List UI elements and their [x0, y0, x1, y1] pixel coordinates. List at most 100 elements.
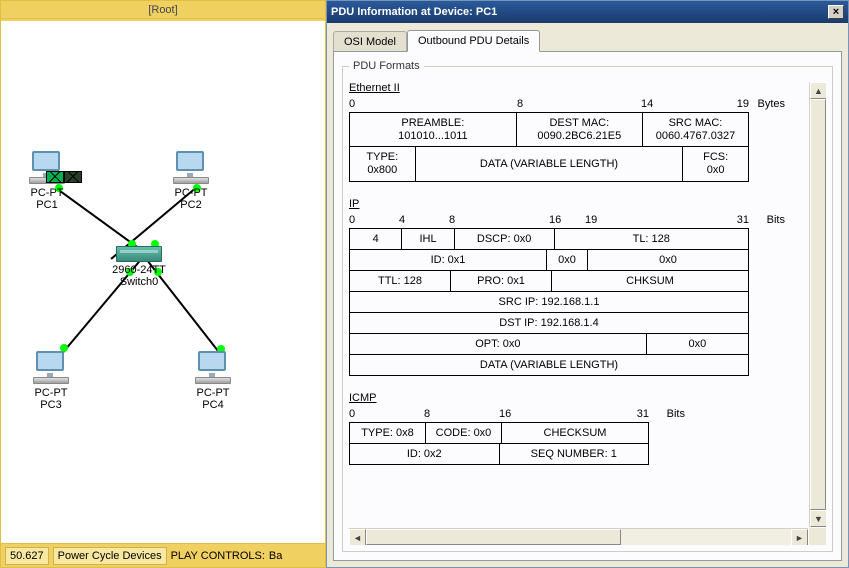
ruler-mark: 4	[399, 214, 405, 226]
device-type: 2960-24TT	[99, 264, 179, 276]
pc-icon	[195, 351, 231, 385]
ip-data: DATA (VARIABLE LENGTH)	[350, 355, 748, 375]
ip-dstip: DST IP: 192.168.1.4	[350, 313, 748, 333]
panel-title: PDU Information at Device: PC1	[331, 6, 497, 18]
device-type: PC-PT	[21, 387, 81, 399]
type-label: TYPE:	[352, 151, 413, 164]
pdu-envelope-icon[interactable]	[46, 171, 64, 183]
ethernet-title: Ethernet II	[349, 82, 808, 94]
tab-outbound-pdu[interactable]: Outbound PDU Details	[407, 30, 540, 52]
tabs: OSI Model Outbound PDU Details	[327, 23, 848, 51]
ruler-mark: 16	[499, 408, 511, 420]
icmp-seq: SEQ NUMBER: 1	[500, 444, 649, 464]
ruler-mark: 31	[737, 214, 749, 226]
device-type: PC-PT	[161, 187, 221, 199]
bits-label: Bits	[767, 214, 785, 226]
fcs-value: 0x0	[685, 164, 746, 177]
ip-padding: 0x0	[647, 334, 748, 354]
bits-label: Bits	[667, 408, 685, 420]
icmp-section: ICMP 0 8 16 31 Bits TYPE: 0x8 CODE: 0x0 …	[349, 392, 808, 465]
destmac-value: 0090.2BC6.21E5	[519, 130, 640, 143]
ip-tl: TL: 128	[555, 229, 749, 249]
device-pc3[interactable]: PC-PT PC3	[21, 351, 81, 411]
ruler-mark: 31	[637, 408, 649, 420]
ip-dscp: DSCP: 0x0	[455, 229, 555, 249]
bytes-label: Bytes	[757, 98, 785, 110]
pdu-formats-legend: PDU Formats	[349, 60, 424, 72]
ip-srcip: SRC IP: 192.168.1.1	[350, 292, 748, 312]
ip-title: IP	[349, 198, 808, 210]
eth-data: DATA (VARIABLE LENGTH)	[416, 147, 684, 181]
ethernet-frame: PREAMBLE: 101010...1011 DEST MAC: 0090.2…	[349, 112, 749, 182]
device-pc2[interactable]: PC-PT PC2	[161, 151, 221, 211]
bit-ruler: 0 8 16 31 Bits	[349, 408, 649, 422]
device-label: PC1	[17, 199, 77, 211]
power-cycle-button[interactable]: Power Cycle Devices	[53, 547, 167, 565]
pc-icon	[33, 351, 69, 385]
ruler-mark: 8	[449, 214, 455, 226]
scroll-right-icon[interactable]: ►	[791, 529, 808, 545]
tab-osi-model[interactable]: OSI Model	[333, 31, 407, 53]
bit-ruler: 0 4 8 16 19 31 Bits	[349, 214, 749, 228]
scroll-thumb[interactable]	[810, 99, 826, 510]
vertical-scrollbar[interactable]: ▲ ▼	[809, 82, 826, 527]
icmp-id: ID: 0x2	[350, 444, 500, 464]
srcmac-value: 0060.4767.0327	[645, 130, 746, 143]
fcs-label: FCS:	[685, 151, 746, 164]
scroll-thumb[interactable]	[366, 529, 621, 545]
topology-canvas[interactable]: PC-PT PC1 PC-PT PC2 2960-24TT Switch0 PC…	[1, 19, 325, 543]
workspace: [Root] PC-PT PC1 PC-PT PC2 2960-24TT Swi	[0, 0, 326, 568]
panel-titlebar[interactable]: PDU Information at Device: PC1 ×	[327, 1, 848, 23]
icmp-frame: TYPE: 0x8 CODE: 0x0 CHECKSUM ID: 0x2 SEQ…	[349, 422, 649, 465]
scroll-up-icon[interactable]: ▲	[810, 82, 826, 99]
ip-frame: 4 IHL DSCP: 0x0 TL: 128 ID: 0x1 0x0 0x0 …	[349, 228, 749, 376]
icmp-type: TYPE: 0x8	[350, 423, 426, 443]
ip-id: ID: 0x1	[350, 250, 547, 270]
scroll-down-icon[interactable]: ▼	[810, 510, 826, 527]
type-value: 0x800	[352, 164, 413, 177]
device-pc4[interactable]: PC-PT PC4	[183, 351, 243, 411]
ruler-mark: 19	[585, 214, 597, 226]
pdu-envelope-icon[interactable]	[64, 171, 82, 183]
icmp-checksum: CHECKSUM	[502, 423, 648, 443]
ruler-mark: 16	[549, 214, 561, 226]
ip-version: 4	[350, 229, 402, 249]
ruler-mark: 19	[737, 98, 749, 110]
ethernet-section: Ethernet II 0 8 14 19 Bytes PREAMBLE: 10…	[349, 82, 808, 182]
icmp-title: ICMP	[349, 392, 808, 404]
scrollbar-corner	[809, 528, 826, 545]
ip-options: OPT: 0x0	[350, 334, 647, 354]
sim-time: 50.627	[5, 547, 49, 565]
play-controls-label: PLAY CONTROLS:	[171, 550, 265, 562]
scroll-left-icon[interactable]: ◄	[349, 529, 366, 545]
ruler-mark: 0	[349, 408, 355, 420]
device-label: PC3	[21, 399, 81, 411]
device-switch0[interactable]: 2960-24TT Switch0	[99, 246, 179, 288]
device-label: Switch0	[99, 276, 179, 288]
icmp-code: CODE: 0x0	[426, 423, 502, 443]
device-type: PC-PT	[183, 387, 243, 399]
ruler-mark: 0	[349, 98, 355, 110]
tab-content: PDU Formats Ethernet II 0 8 14 19 Bytes	[333, 51, 842, 561]
switch-icon	[116, 246, 162, 262]
footer-clipped: Ba	[269, 550, 282, 562]
ip-ihl: IHL	[402, 229, 454, 249]
device-label: PC4	[183, 399, 243, 411]
ip-ttl: TTL: 128	[350, 271, 451, 291]
preamble-value: 101010...1011	[352, 130, 514, 143]
ruler-mark: 14	[641, 98, 653, 110]
ip-flags: 0x0	[547, 250, 588, 270]
close-icon[interactable]: ×	[828, 5, 844, 19]
ip-section: IP 0 4 8 16 19 31 Bits 4 IHL	[349, 198, 808, 376]
pdu-scrollarea[interactable]: Ethernet II 0 8 14 19 Bytes PREAMBLE: 10…	[349, 82, 826, 545]
srcmac-label: SRC MAC:	[645, 117, 746, 130]
pc-icon	[173, 151, 209, 185]
workspace-title: [Root]	[1, 1, 325, 19]
workspace-footer: 50.627 Power Cycle Devices PLAY CONTROLS…	[1, 543, 325, 567]
horizontal-scrollbar[interactable]: ◄ ►	[349, 528, 808, 545]
preamble-label: PREAMBLE:	[352, 117, 514, 130]
destmac-label: DEST MAC:	[519, 117, 640, 130]
device-type: PC-PT	[17, 187, 77, 199]
pdu-info-panel: PDU Information at Device: PC1 × OSI Mod…	[326, 0, 849, 568]
ruler-mark: 8	[424, 408, 430, 420]
